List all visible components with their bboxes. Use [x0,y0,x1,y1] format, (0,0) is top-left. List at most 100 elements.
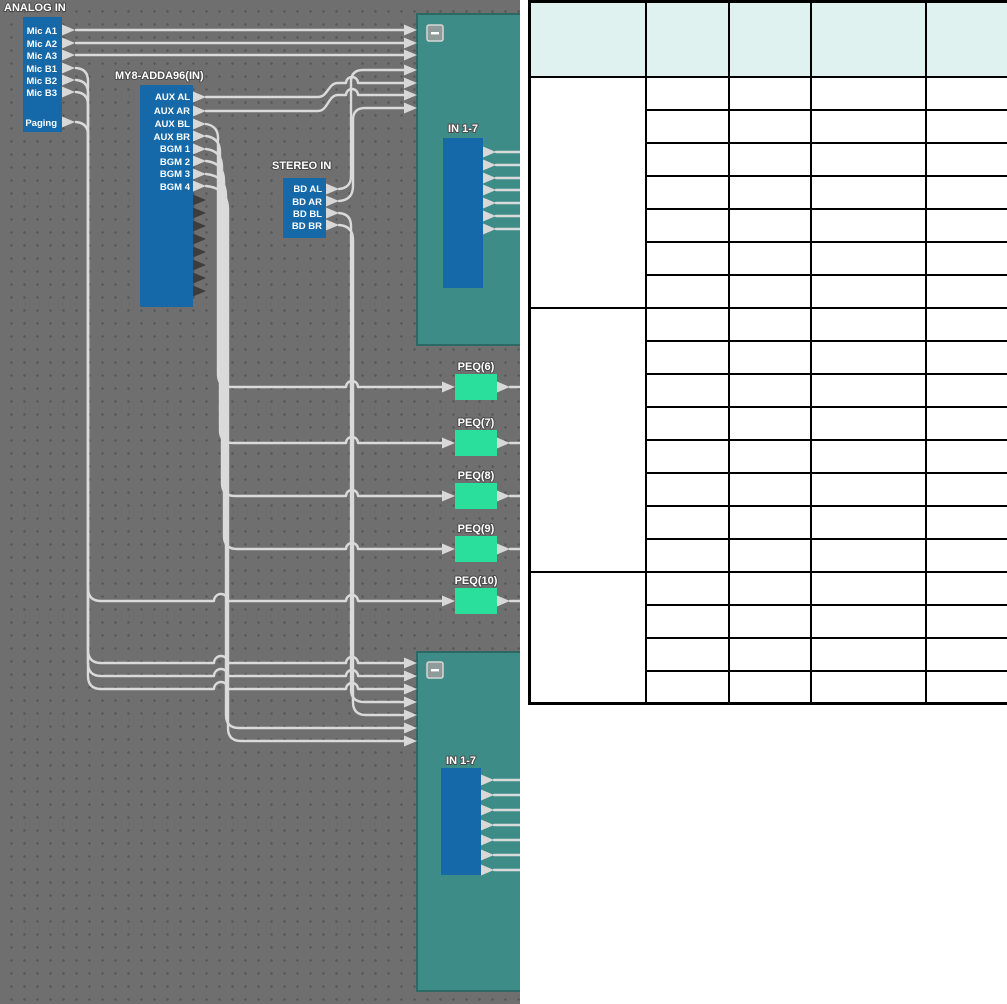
wire[interactable] [204,184,406,743]
routing-table [528,0,1007,705]
block-peq-6[interactable]: PEQ(6) [442,360,510,400]
table-cell [924,372,1007,408]
input-arrow-icon[interactable] [404,657,417,669]
input-arrow-icon[interactable] [404,102,417,114]
block-body[interactable] [443,138,483,288]
input-arrow-icon[interactable] [404,77,417,89]
port-arrow-icon[interactable] [193,143,206,155]
block-body[interactable] [455,588,497,614]
port-arrow-unconnected-icon[interactable] [193,272,206,284]
table-cell [924,669,1007,705]
collapse-button-bottom[interactable] [426,661,444,679]
table-cell [644,405,730,441]
output-arrow-icon[interactable] [497,595,510,607]
port-arrow-icon[interactable] [62,86,75,98]
port-arrow-icon[interactable] [193,91,206,103]
port-arrow-unconnected-icon[interactable] [193,246,206,258]
table-cell [809,669,927,705]
wire[interactable] [337,223,406,717]
table-cell [924,471,1007,507]
port-arrow-unconnected-icon[interactable] [193,285,206,297]
port-arrow-icon[interactable] [193,155,206,167]
wire[interactable] [337,106,406,203]
wire[interactable] [204,172,406,730]
input-arrow-icon[interactable] [404,64,417,76]
input-arrow-icon[interactable] [442,543,455,555]
input-arrow-icon[interactable] [442,595,455,607]
input-arrow-icon[interactable] [404,722,417,734]
input-arrow-icon[interactable] [404,735,417,747]
output-stubs[interactable] [508,385,520,603]
block-peq-8[interactable]: PEQ(8) [442,469,510,509]
port-arrow-icon[interactable] [193,118,206,130]
input-arrow-icon[interactable] [404,670,417,682]
input-arrow-icon[interactable] [404,683,417,695]
table-row [528,306,1007,573]
port-arrow-icon[interactable] [193,168,206,180]
port-arrow-icon[interactable] [62,49,75,61]
input-arrow-icon[interactable] [404,89,417,101]
output-arrow-icon[interactable] [497,490,510,502]
port-arrow-icon[interactable] [62,24,75,36]
block-body[interactable] [441,768,481,875]
port-arrow-icon[interactable] [326,195,339,207]
block-body[interactable] [455,536,497,562]
port-arrow-icon[interactable] [193,180,206,192]
table-cell [924,75,1007,111]
block-peq-7[interactable]: PEQ(7) [442,416,510,456]
table-header-cell [809,0,927,78]
port-arrow-icon[interactable] [62,37,75,49]
block-body[interactable] [455,483,497,509]
port-arrow-icon[interactable] [62,74,75,86]
table-cell [809,141,927,177]
wire[interactable] [74,120,444,603]
table-cell [644,141,730,177]
block-stereo-in[interactable]: STEREO IN BD AL BD AR BD BL BD BR [271,159,339,238]
port-arrow-icon[interactable] [326,207,339,219]
wire[interactable] [74,66,406,665]
port-arrow-unconnected-icon[interactable] [193,194,206,206]
block-body[interactable] [455,374,497,400]
input-arrow-icon[interactable] [404,709,417,721]
input-arrow-icon[interactable] [404,49,417,61]
table-cell [727,273,812,309]
table-cell [727,504,812,540]
port-arrow-unconnected-icon[interactable] [193,259,206,271]
input-arrow-icon[interactable] [442,490,455,502]
table-cell [809,636,927,672]
wire[interactable] [337,211,406,704]
input-arrow-icon[interactable] [404,696,417,708]
block-peq-10[interactable]: PEQ(10) [442,574,510,614]
table-cell [644,372,730,408]
output-arrow-icon[interactable] [497,381,510,393]
table-cell [644,240,730,276]
port-arrow-icon[interactable] [326,183,339,195]
input-arrow-icon[interactable] [442,381,455,393]
output-arrow-icon[interactable] [497,437,510,449]
collapse-button-top[interactable] [426,24,444,42]
table-cell [727,306,812,342]
port-arrow-unconnected-icon[interactable] [193,207,206,219]
port-arrow-unconnected-icon[interactable] [193,220,206,232]
port-label: BGM 3 [160,169,190,180]
design-canvas[interactable]: ANALOG IN Mic A1 Mic A2 Mic A3 Mic B1 Mi… [0,0,520,1004]
wire[interactable] [74,78,406,678]
port-arrow-unconnected-icon[interactable] [193,233,206,245]
wire[interactable] [337,68,406,191]
output-arrow-icon[interactable] [497,543,510,555]
block-body[interactable] [455,430,497,456]
input-arrow-icon[interactable] [404,37,417,49]
port-arrow-icon[interactable] [193,105,206,117]
port-arrow-icon[interactable] [62,116,75,128]
block-analog-in[interactable]: ANALOG IN Mic A1 Mic A2 Mic A3 Mic B1 Mi… [3,1,75,132]
block-my8-adda96[interactable]: MY8-ADDA96(IN) AUX AL AUX AR AUX BL AUX … [114,69,206,307]
minus-bar-icon [431,669,439,672]
table-row [528,570,1007,705]
port-arrow-icon[interactable] [326,219,339,231]
port-arrow-icon[interactable] [193,130,206,142]
wire[interactable] [74,90,406,691]
block-peq-9[interactable]: PEQ(9) [442,522,510,562]
input-arrow-icon[interactable] [404,24,417,36]
input-arrow-icon[interactable] [442,437,455,449]
port-arrow-icon[interactable] [62,62,75,74]
